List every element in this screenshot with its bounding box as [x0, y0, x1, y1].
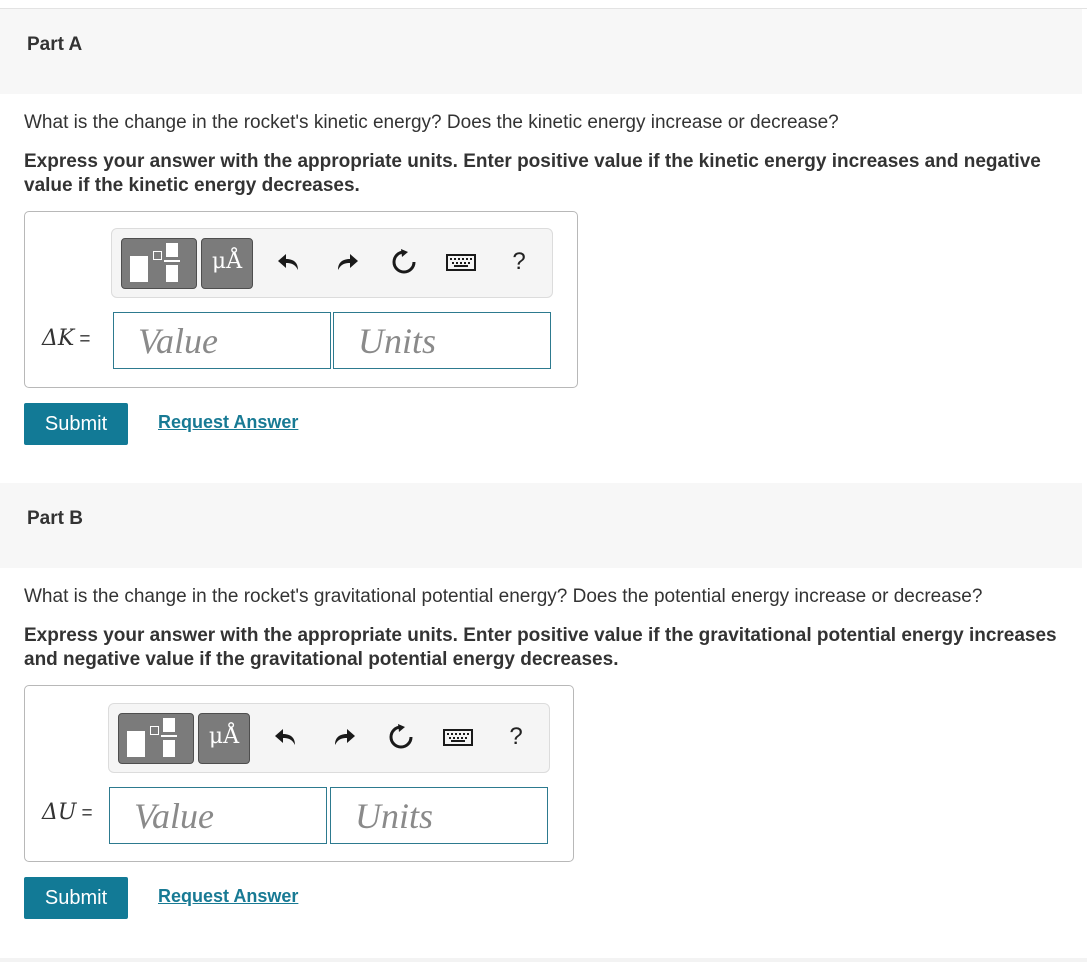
bottom-divider — [0, 958, 1087, 962]
part-b-request-answer-link[interactable]: Request Answer — [158, 886, 298, 907]
help-icon[interactable]: ? — [504, 247, 534, 277]
part-b-instruction: Express your answer with the appropriate… — [24, 625, 1057, 670]
part-a-submit-button[interactable]: Submit — [24, 403, 128, 445]
part-b-title: Part B — [27, 508, 83, 529]
redo-icon[interactable] — [329, 722, 359, 752]
part-a-answer-box: μÅ ? ΔK = — [24, 211, 578, 388]
part-a-math-toolbar: μÅ ? — [111, 228, 553, 298]
reset-icon[interactable] — [386, 722, 416, 752]
part-a-instruction: Express your answer with the appropriate… — [24, 151, 1041, 196]
part-b-submit-button[interactable]: Submit — [24, 877, 128, 919]
undo-icon[interactable] — [271, 722, 301, 752]
part-b-header — [0, 483, 1082, 568]
part-a-units-input[interactable] — [333, 312, 551, 369]
help-icon[interactable]: ? — [501, 722, 531, 752]
reset-icon[interactable] — [389, 247, 419, 277]
part-b-question: What is the change in the rocket's gravi… — [24, 586, 983, 607]
units-icon[interactable]: μÅ — [198, 713, 250, 764]
keyboard-icon[interactable] — [446, 247, 476, 277]
templates-icon[interactable] — [118, 713, 194, 764]
part-b-variable-label: ΔU = — [42, 800, 93, 825]
keyboard-icon[interactable] — [443, 722, 473, 752]
part-b-answer-box: μÅ ? ΔU = — [24, 685, 574, 862]
part-a-variable-label: ΔK = — [42, 326, 91, 351]
part-a-header — [0, 9, 1082, 94]
part-a-title: Part A — [27, 34, 83, 55]
part-a-request-answer-link[interactable]: Request Answer — [158, 412, 298, 433]
redo-icon[interactable] — [332, 247, 362, 277]
part-a-question: What is the change in the rocket's kinet… — [24, 112, 839, 133]
part-b-units-input[interactable] — [330, 787, 548, 844]
undo-icon[interactable] — [274, 247, 304, 277]
units-icon[interactable]: μÅ — [201, 238, 253, 289]
part-b-math-toolbar: μÅ ? — [108, 703, 550, 773]
part-b-value-input[interactable] — [109, 787, 327, 844]
part-a-value-input[interactable] — [113, 312, 331, 369]
templates-icon[interactable] — [121, 238, 197, 289]
